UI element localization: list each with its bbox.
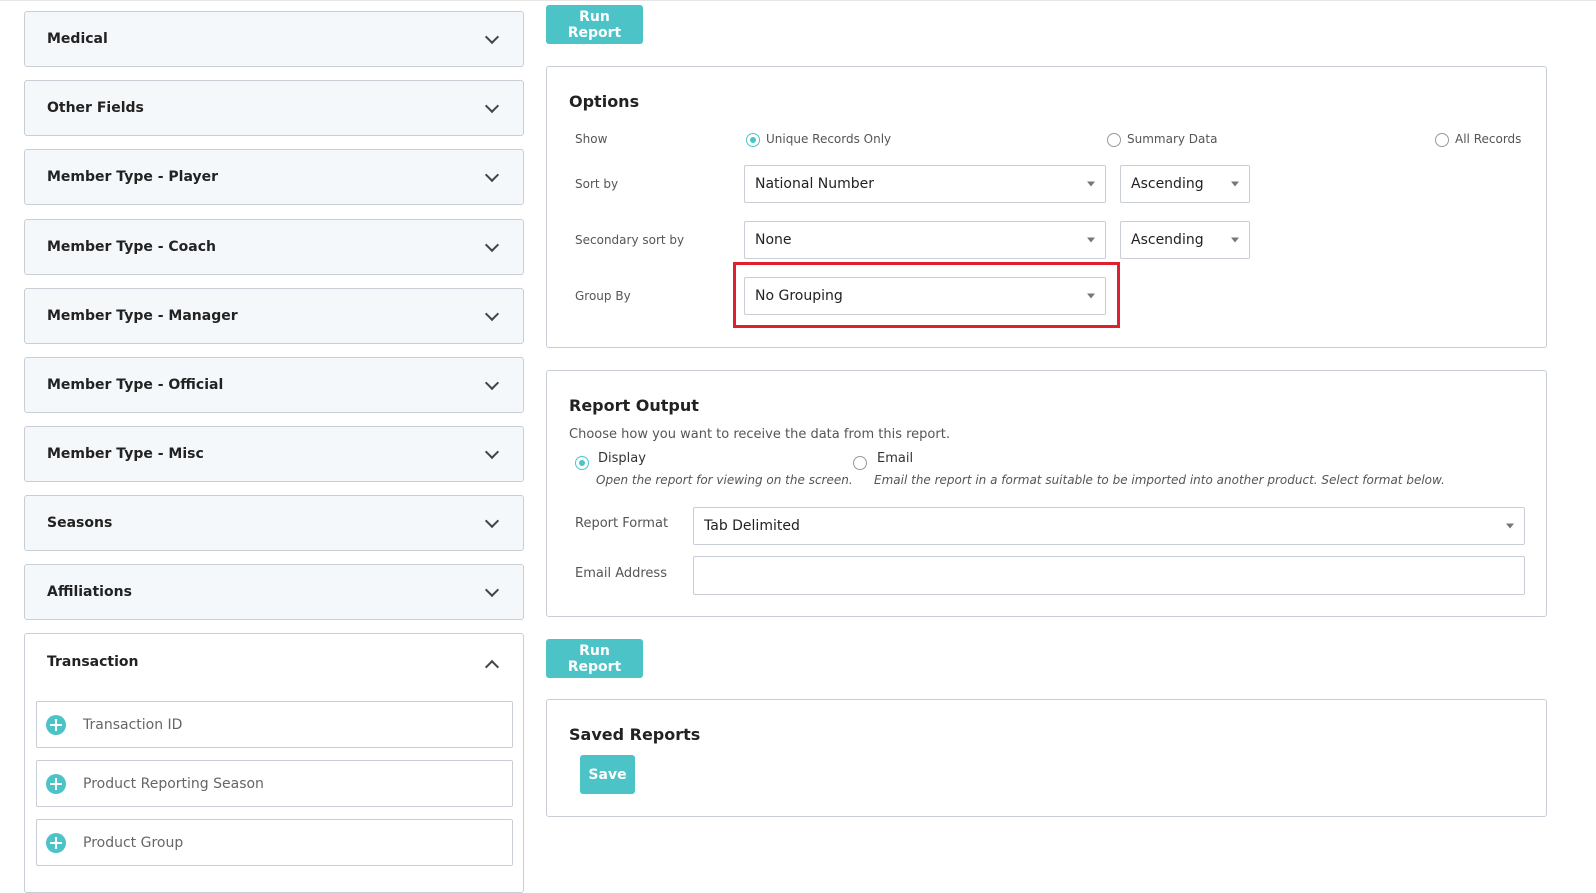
sort-by-value: National Number [755,176,875,192]
saved-reports-panel: Saved Reports Save [546,699,1547,817]
caret-down-icon [1231,181,1239,187]
accordion-member-type-official[interactable]: Member Type - Official [24,357,524,413]
accordion-label: Member Type - Official [47,377,224,393]
field-label: Transaction ID [83,716,183,733]
group-by-highlight-box [733,262,1120,328]
accordion-member-type-coach[interactable]: Member Type - Coach [24,219,524,275]
radio-display-label[interactable]: Display [598,451,646,466]
radio-email-label[interactable]: Email [877,451,913,466]
add-icon[interactable] [46,714,66,735]
run-report-button-top[interactable]: Run Report [546,5,643,44]
chevron-down-icon [484,582,500,598]
caret-down-icon [1087,237,1095,243]
accordion-member-type-manager[interactable]: Member Type - Manager [24,288,524,344]
chevron-down-icon [484,237,500,253]
field-label: Product Group [83,834,184,851]
secondary-sort-value: None [755,232,792,248]
accordion-label: Affiliations [47,584,132,600]
chevron-down-icon [484,167,500,183]
chevron-up-icon[interactable] [484,659,500,675]
report-format-label: Report Format [575,516,669,531]
sort-by-label: Sort by [575,177,619,191]
show-label: Show [575,132,608,146]
sort-by-select[interactable]: National Number [744,165,1106,203]
accordion-affiliations[interactable]: Affiliations [24,564,524,620]
report-output-intro: Choose how you want to receive the data … [569,427,950,442]
accordion-other-fields[interactable]: Other Fields [24,80,524,136]
accordion-medical[interactable]: Medical [24,11,524,67]
secondary-direction-select[interactable]: Ascending [1120,221,1250,259]
field-item-product-group[interactable]: Product Group [36,819,513,866]
email-address-input[interactable] [693,556,1525,595]
chevron-down-icon [484,375,500,391]
caret-down-icon [1087,181,1095,187]
accordion-label: Seasons [47,515,113,531]
display-description: Open the report for viewing on the scree… [596,473,853,487]
field-label: Product Reporting Season [83,775,264,792]
accordion-seasons[interactable]: Seasons [24,495,524,551]
radio-all-records-label[interactable]: All Records [1455,132,1521,146]
report-format-select[interactable]: Tab Delimited [693,507,1525,545]
radio-email[interactable] [853,456,867,470]
radio-unique-records-label[interactable]: Unique Records Only [766,132,891,146]
accordion-label: Member Type - Misc [47,446,204,462]
accordion-label[interactable]: Transaction [47,654,139,670]
chevron-down-icon [484,98,500,114]
secondary-direction-value: Ascending [1131,232,1204,248]
accordion-label: Medical [47,31,108,47]
email-description: Email the report in a format suitable to… [874,473,1445,487]
caret-down-icon [1231,237,1239,243]
sort-direction-value: Ascending [1131,176,1204,192]
email-address-label: Email Address [575,566,667,581]
accordion-transaction: Transaction Transaction ID Product Repor… [24,633,524,893]
radio-summary-data-label[interactable]: Summary Data [1127,132,1217,146]
radio-all-records[interactable] [1435,133,1449,147]
chevron-down-icon [484,444,500,460]
top-divider [0,0,1596,1]
run-report-button-bottom[interactable]: Run Report [546,639,643,678]
chevron-down-icon [484,29,500,45]
report-output-panel: Report Output Choose how you want to rec… [546,370,1547,617]
secondary-sort-label: Secondary sort by [575,233,685,247]
sort-direction-select[interactable]: Ascending [1120,165,1250,203]
accordion-label: Other Fields [47,100,144,116]
field-item-product-reporting-season[interactable]: Product Reporting Season [36,760,513,807]
report-output-title: Report Output [569,396,699,415]
saved-reports-title: Saved Reports [569,725,701,744]
caret-down-icon [1506,523,1514,529]
report-format-value: Tab Delimited [704,518,800,534]
chevron-down-icon [484,306,500,322]
accordion-label: Member Type - Manager [47,308,238,324]
add-icon[interactable] [46,773,66,794]
chevron-down-icon [484,513,500,529]
field-item-transaction-id[interactable]: Transaction ID [36,701,513,748]
radio-summary-data[interactable] [1107,133,1121,147]
radio-display[interactable] [575,456,589,470]
save-button[interactable]: Save [580,755,635,794]
accordion-member-type-misc[interactable]: Member Type - Misc [24,426,524,482]
add-icon[interactable] [46,832,66,853]
radio-unique-records[interactable] [746,133,760,147]
options-title: Options [569,92,640,111]
group-by-label: Group By [575,289,631,303]
secondary-sort-select[interactable]: None [744,221,1106,259]
accordion-label: Member Type - Player [47,169,219,185]
accordion-label: Member Type - Coach [47,239,217,255]
accordion-member-type-player[interactable]: Member Type - Player [24,149,524,205]
